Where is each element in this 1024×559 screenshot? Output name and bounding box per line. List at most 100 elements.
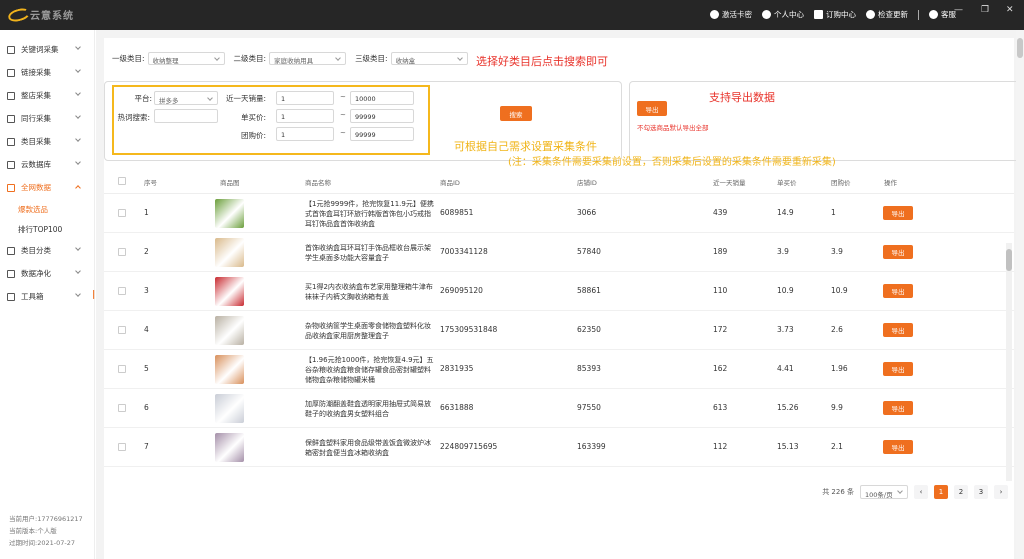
row-export-button[interactable]: 导出 [883,401,913,415]
chevron-down-icon [75,113,81,119]
row-index: 6 [144,403,149,412]
row-export-button[interactable]: 导出 [883,362,913,376]
sales-max-input[interactable]: 10000 [350,91,414,105]
maximize-icon[interactable]: ❐ [981,5,989,15]
group-price-range-separator: ~ [340,129,346,137]
sidebar-item-category-classify[interactable]: 类目分类 [0,239,94,262]
table-row[interactable]: 6 加厚防潮翻盖鞋盒透明家用抽屉式简易放鞋子的收纳盒男女塑料组合 6631888 97… [104,389,1014,428]
product-image [215,199,244,228]
check-update-button[interactable]: 检查更新 [866,9,908,20]
group-price: 10.9 [831,286,848,295]
table-row[interactable]: 7 保鲜盒塑料家用食品级带盖饭盒微波炉冰箱密封盒便当盒冰箱收纳盒 224809715… [104,428,1014,467]
category1-label: 一级类目: [112,54,145,63]
page-size-select[interactable]: 100条/页 [860,485,908,499]
sidebar-subitem-top100[interactable]: 排行TOP100 [0,219,94,239]
single-price-max-input[interactable]: 99999 [350,109,414,123]
sidebar-item-shop-collect[interactable]: 整店采集 [0,84,94,107]
table-row[interactable]: 5 【1.96元抢1000件，抢完恢复4.9元】五谷杂粮收纳盒粮食储存罐食品密封罐… [104,350,1014,389]
row-export-button[interactable]: 导出 [883,245,913,259]
table-row[interactable]: 4 杂物收纳筐学生桌面零食储物盒塑料化妆品收纳盒家用厨房整理盒子 175309531… [104,311,1014,350]
category1-select[interactable]: 收纳整理 [147,52,225,65]
product-name: 【1元抢9999件，抢完恢复11.9元】便携式首饰盒耳钉环旅行韩版首饰包小巧戒指… [305,200,434,228]
row-checkbox[interactable] [118,365,126,373]
select-all-checkbox[interactable] [118,177,126,185]
table-scroll-thumb[interactable] [1006,249,1012,271]
close-icon[interactable]: ✕ [1006,5,1014,15]
sidebar-item-toolbox[interactable]: 工具箱 [0,285,94,308]
header-name: 商品名称 [305,179,331,187]
prev-page-button[interactable]: ‹ [914,485,928,499]
table-scrollbar[interactable] [1006,243,1012,481]
next-page-button[interactable]: › [994,485,1008,499]
row-export-button[interactable]: 导出 [883,440,913,454]
group-price-max-input[interactable]: 99999 [350,127,414,141]
main-area: 一级类目: 收纳整理 二级类目: 家庭收纳用具 三级类目: 收纳盒 选择好类目后… [96,30,1024,559]
single-price-min-input[interactable]: 1 [276,109,334,123]
row-checkbox[interactable] [118,287,126,295]
daily-sales: 613 [713,403,728,412]
page-scrollbar[interactable] [1016,30,1024,559]
table-row[interactable]: 2 首饰收纳盒耳环耳钉手饰品框收台展示架学生桌面多功能大容量盒子 700334112… [104,233,1014,272]
page-2-button[interactable]: 2 [954,485,968,499]
sidebar-item-category-collect[interactable]: 类目采集 [0,130,94,153]
row-checkbox[interactable] [118,248,126,256]
daily-sales: 439 [713,208,728,217]
product-id: 6631888 [440,403,474,412]
group-price-min-input[interactable]: 1 [276,127,334,141]
sales-min-input[interactable]: 1 [276,91,334,105]
text-icon [7,45,15,54]
category3-label: 三级类目: [355,54,388,63]
row-checkbox[interactable] [118,443,126,451]
logo-swoosh-icon [6,6,32,24]
customer-service-button[interactable]: 客服 [929,9,956,20]
category2-select[interactable]: 家庭收纳用具 [269,52,347,65]
row-checkbox[interactable] [118,326,126,334]
hot-search-input[interactable] [154,109,218,123]
total-count: 共 226 条 [822,488,854,496]
sidebar-item-cloud-database[interactable]: 云数据库 [0,153,94,176]
sidebar-subitem-hot-products[interactable]: 爆款选品 [0,199,94,219]
grid-icon [7,246,15,255]
header-index: 序号 [144,179,157,187]
order-center-button[interactable]: 订购中心 [814,9,856,20]
sidebar-item-peer-collect[interactable]: 同行采集 [0,107,94,130]
product-name: 加厚防潮翻盖鞋盒透明家用抽屉式简易放鞋子的收纳盒男女塑料组合 [305,400,431,418]
table-row[interactable]: 3 买1得2内衣收纳盒布艺家用整理箱牛津布袜袜子内裤文胸收纳箱有盖 26909512… [104,272,1014,311]
platform-select[interactable]: 拼多多 [154,91,218,105]
minimize-icon[interactable]: — [954,5,963,15]
product-name: 买1得2内衣收纳盒布艺家用整理箱牛津布袜袜子内裤文胸收纳箱有盖 [305,283,433,301]
table-row[interactable]: 1 【1元抢9999件，抢完恢复11.9元】便携式首饰盒耳钉环旅行韩版首饰包小巧戒… [104,194,1014,233]
app-logo: 云意系统 [6,6,78,24]
search-button[interactable]: 搜索 [500,106,532,121]
row-index: 1 [144,208,149,217]
single-price: 15.26 [777,403,799,412]
category3-select[interactable]: 收纳盒 [390,52,468,65]
row-export-button[interactable]: 导出 [883,323,913,337]
row-checkbox[interactable] [118,209,126,217]
annotation-select-category: 选择好类目后点击搜索即可 [476,55,608,68]
activate-card-button[interactable]: 激活卡密 [710,9,752,20]
personal-center-button[interactable]: 个人中心 [762,9,804,20]
sidebar-item-link-collect[interactable]: 链接采集 [0,61,94,84]
export-note: 不勾选商品默认导出全部 [637,124,709,132]
export-button[interactable]: 导出 [637,101,667,116]
sidebar-item-data-purify[interactable]: 数据净化 [0,262,94,285]
product-name: 杂物收纳筐学生桌面零食储物盒塑料化妆品收纳盒家用厨房整理盒子 [305,322,431,340]
shop-icon [7,91,15,100]
group-price: 3.9 [831,247,843,256]
row-export-button[interactable]: 导出 [883,206,913,220]
row-export-button[interactable]: 导出 [883,284,913,298]
sidebar-item-global-data[interactable]: 全网数据 [0,176,94,199]
row-checkbox[interactable] [118,404,126,412]
sales-label: 近一天销量: [225,94,266,103]
group-price: 1.96 [831,364,848,373]
page-scroll-thumb[interactable] [1017,38,1023,58]
content-panel: 一级类目: 收纳整理 二级类目: 家庭收纳用具 三级类目: 收纳盒 选择好类目后… [104,38,1024,559]
single-price: 3.9 [777,247,789,256]
header-sales: 近一天销量 [713,179,746,187]
account-info: 当前用户:17776961217 当前版本:个人版 过期时间:2021-07-2… [9,513,83,549]
sidebar-item-keyword-collect[interactable]: 关键词采集 [0,38,94,61]
page-1-button[interactable]: 1 [934,485,948,499]
page-3-button[interactable]: 3 [974,485,988,499]
group-price: 2.6 [831,325,843,334]
